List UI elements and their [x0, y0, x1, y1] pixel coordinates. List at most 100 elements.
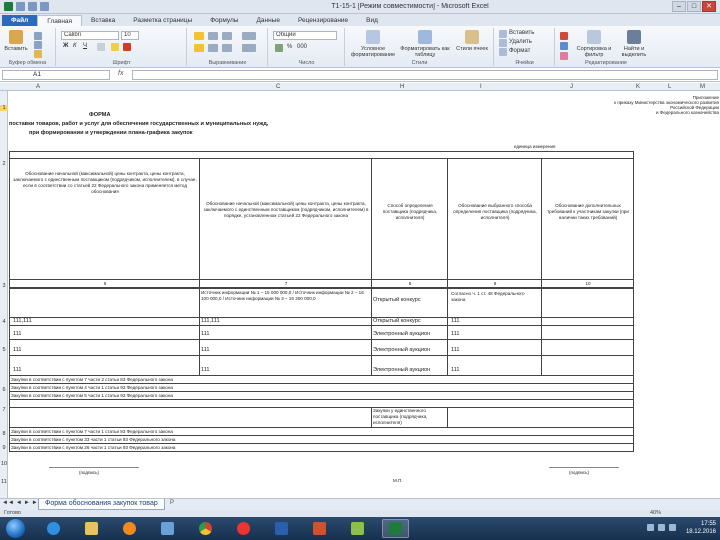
redo-icon[interactable] [40, 2, 49, 11]
row-header-2[interactable]: 2 [0, 161, 8, 167]
column-header-l[interactable]: L [668, 83, 671, 91]
row5-reason[interactable]: 111 [451, 367, 460, 374]
name-box[interactable]: A1 [2, 70, 110, 80]
footer-row-1[interactable]: Закупки в соответствии с пунктом 7 части… [11, 376, 371, 383]
row2-c6[interactable]: 111,111 [13, 318, 32, 325]
find-select-button[interactable]: Найти и выделить [616, 30, 652, 58]
tab-formulas[interactable]: Формулы [201, 15, 247, 26]
align-bottom-icon[interactable] [222, 32, 232, 40]
taskbar-yandex[interactable] [230, 519, 257, 538]
save-icon[interactable] [16, 2, 25, 11]
row3-c7[interactable]: 111 [201, 331, 210, 338]
column-header-c[interactable]: C [276, 83, 280, 91]
percent-button[interactable]: % [287, 44, 292, 50]
row3-reason[interactable]: 111 [451, 331, 460, 338]
row-header-9[interactable]: 9 [0, 445, 8, 451]
row4-c6[interactable]: 111 [13, 347, 22, 354]
first-sheet-button[interactable]: ◄◄ [2, 500, 14, 506]
tab-data[interactable]: Данные [247, 15, 288, 26]
number-format-select[interactable]: Общий [273, 31, 337, 40]
bold-button[interactable]: Ж [63, 43, 68, 49]
column-header-j[interactable]: J [570, 83, 573, 91]
row4-reason[interactable]: 111 [451, 347, 460, 354]
autosum-icon[interactable] [560, 32, 568, 40]
row2-reason[interactable]: 111 [451, 318, 460, 325]
row2-c7[interactable]: 111,111 [201, 318, 220, 325]
worksheet-grid[interactable]: Приложение к приказу Министерства эконом… [9, 91, 720, 498]
align-middle-icon[interactable] [208, 32, 218, 40]
row-header-1[interactable]: 1 [0, 105, 8, 111]
tab-insert[interactable]: Вставка [82, 15, 124, 26]
clock[interactable]: 17:55 18.12.2016 [686, 520, 716, 536]
fx-icon[interactable]: fx [118, 70, 123, 77]
column-header-a[interactable]: A [36, 83, 40, 91]
align-center-icon[interactable] [208, 44, 218, 52]
taskbar-excel[interactable] [382, 519, 409, 538]
taskbar-app4[interactable] [154, 519, 181, 538]
close-button[interactable]: ✕ [702, 1, 716, 12]
footer-row-2[interactable]: Закупки в соответствии с пунктом 4 части… [11, 384, 371, 391]
wrap-text-icon[interactable] [242, 32, 256, 40]
row1-justification[interactable]: Источник информации № 1 – 15 000 000,0 /… [201, 290, 369, 302]
excel-icon[interactable] [4, 2, 13, 11]
font-size-select[interactable]: 10 [121, 31, 139, 40]
align-left-icon[interactable] [194, 44, 204, 52]
formula-input[interactable] [132, 70, 718, 80]
borders-icon[interactable] [97, 43, 105, 51]
format-painter-icon[interactable] [34, 50, 42, 58]
copy-icon[interactable] [34, 41, 42, 49]
taskbar-word[interactable] [268, 519, 295, 538]
insert-cells-button[interactable]: Вставить [509, 30, 534, 36]
row-header-5[interactable]: 5 [0, 347, 8, 353]
row-header-8[interactable]: 8 [0, 431, 8, 437]
footer-row-5[interactable]: Закупки в соответствии с пунктом 33 част… [11, 436, 371, 443]
column-header-i[interactable]: I [480, 83, 482, 91]
currency-icon[interactable] [275, 44, 283, 52]
format-cells-button[interactable]: Формат [509, 48, 530, 54]
sheet-tab-active[interactable]: Форма обоснования закупок товар [38, 499, 165, 510]
column-header-k[interactable]: K [636, 83, 640, 91]
format-as-table-button[interactable]: Форматировать как таблицу [400, 30, 450, 58]
row-header-11[interactable]: 11 [0, 479, 8, 485]
taskbar-powerpoint[interactable] [306, 519, 333, 538]
cell-styles-button[interactable]: Стили ячеек [452, 30, 492, 52]
row2-method[interactable]: Открытый конкурс [373, 318, 421, 325]
footer-row-6[interactable]: Закупки в соответствии с пунктом 26 част… [11, 444, 371, 451]
column-header-h[interactable]: H [400, 83, 404, 91]
row5-method[interactable]: Электронный аукцион [373, 367, 430, 374]
undo-icon[interactable] [28, 2, 37, 11]
clear-icon[interactable] [560, 52, 568, 60]
font-name-select[interactable]: Calibri [61, 31, 119, 40]
taskbar-paint[interactable] [344, 519, 371, 538]
thousands-button[interactable]: 000 [297, 44, 307, 50]
underline-button[interactable]: Ч [83, 43, 87, 49]
row3-method[interactable]: Электронный аукцион [373, 331, 430, 338]
prev-sheet-button[interactable]: ◄ [16, 500, 22, 506]
row4-c7[interactable]: 111 [201, 347, 210, 354]
row-header-4[interactable]: 4 [0, 319, 8, 325]
tab-review[interactable]: Рецензирование [289, 15, 357, 26]
zoom-level[interactable]: 40% [650, 510, 661, 517]
maximize-button[interactable]: □ [687, 1, 701, 12]
delete-cells-button[interactable]: Удалить [509, 39, 532, 45]
font-color-icon[interactable] [123, 43, 131, 51]
tab-page-layout[interactable]: Разметка страницы [124, 15, 201, 26]
column-header-m[interactable]: M [700, 83, 705, 91]
start-button[interactable] [6, 519, 25, 538]
align-top-icon[interactable] [194, 32, 204, 40]
row3-c6[interactable]: 111 [13, 331, 22, 338]
conditional-format-button[interactable]: Условное форматирование [348, 30, 398, 58]
cut-icon[interactable] [34, 32, 42, 40]
sheet-tab-other[interactable]: Р [170, 500, 174, 506]
row1-method[interactable]: Открытый конкурс [373, 297, 445, 304]
row5-c6[interactable]: 111 [13, 367, 22, 374]
tab-view[interactable]: Вид [357, 15, 387, 26]
network-icon[interactable] [647, 524, 654, 531]
fill-icon[interactable] [560, 42, 568, 50]
taskbar-media[interactable] [116, 519, 143, 538]
paste-button[interactable]: Вставить [4, 30, 28, 52]
footer-row-3[interactable]: Закупки в соответствии с пунктом 5 части… [11, 392, 371, 399]
taskbar-chrome[interactable] [192, 519, 219, 538]
row-header-7[interactable]: 7 [0, 407, 8, 413]
merge-cells-icon[interactable] [242, 44, 256, 52]
